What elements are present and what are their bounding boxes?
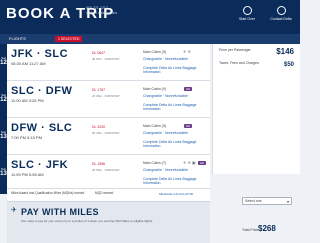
airplane-icon: ✈ [11,207,17,214]
selected-badge: 1 SELECTED [55,36,83,42]
baggage-info-link[interactable]: Complete Delta Air Lines Baggage Informa… [143,177,210,185]
hd-badge-icon: HD [184,87,193,91]
contact-delta-button[interactable]: Contact Delta [266,6,296,21]
taxes-fees-amount: $50 [283,62,294,68]
chat-icon [276,6,286,15]
flight-row[interactable]: Sat 12 JFK · SLC 08:30 AM 11:27 AM DL 06… [0,44,210,81]
cabin-class: Main Cabin (S) [143,50,167,54]
start-over-button[interactable]: Start Over [232,6,262,21]
wifi-power-icon: ✈ ≋ ▣ [183,160,196,165]
passenger-select-value: Select one [245,199,262,203]
flight-date: Sat 12 [0,93,7,103]
flight-results: Sat 12 JFK · SLC 08:30 AM 11:27 AM DL 06… [0,44,210,192]
flight-duration: 2h 26m · NONSTOP [92,94,120,98]
flight-number-link[interactable]: DL 1787 [92,88,105,92]
contact-caption: Call for reservations [86,10,118,15]
fare-rules-link[interactable]: Changeable · Nonrefundable [143,168,188,172]
route: DFW · SLC [11,122,73,134]
flight-row[interactable]: Sun 13 SLC · JFK 11:59 PM 5:55 AM DL 199… [0,155,210,192]
total-price-label: Total Price [242,228,259,232]
tab-flights[interactable]: FLIGHTS [9,36,26,41]
flight-row[interactable]: Sun 13 DFW · SLC 7:00 PM 9:15 PM DL 2030… [0,118,210,155]
cabin-class: Main Cabin (S) [143,124,167,128]
flight-duration: 3h 15m · NONSTOP [92,131,120,135]
flight-times: 11:00 AM 3:26 PM [11,98,44,103]
price-summary-panel: Price per Passenger $146 Taxes, Fees and… [212,44,300,174]
flight-number-link[interactable]: DL 2030 [92,125,105,129]
route: SLC · DFW [11,85,73,97]
contact-delta-label: Contact Delta [270,17,292,21]
baggage-info-link[interactable]: Complete Delta Air Lines Baggage Informa… [143,103,210,111]
baggage-info-link[interactable]: Complete Delta Air Lines Baggage Informa… [143,140,210,148]
hd-badge-icon: HD [184,124,193,128]
miles-earned-text: Miles Award and Qualification Miles (MQM… [11,191,85,195]
refresh-icon [242,6,252,15]
total-price: $268 [258,224,276,233]
taxes-fees-label: Taxes, Fees and Charges [219,61,259,65]
flight-number-link[interactable]: DL 0647 [92,51,105,55]
flight-times: 7:00 PM 9:15 PM [11,135,42,140]
wifi-power-icon: ✈ ≋ [183,49,191,54]
flight-row[interactable]: Sat 12 SLC · DFW 11:00 AM 3:26 PM DL 178… [0,81,210,118]
flight-times: 11:59 PM 5:55 AM [11,172,44,177]
tab-bar: FLIGHTS 1 SELECTED [0,34,300,44]
route: SLC · JFK [11,159,69,171]
cabin-class: Main Cabin (V) [143,87,167,91]
hd-badge-icon: HD [197,161,207,165]
pay-with-miles-description: Use miles to pay for your entire trip or… [21,219,154,223]
flight-number-link[interactable]: DL 1996 [92,162,105,166]
price-per-passenger-label: Price per Passenger [219,48,251,52]
flight-duration: 3h 56m · NONSTOP [92,168,120,172]
start-over-label: Start Over [239,17,255,21]
cabin-class: Main Cabin (T) [143,161,167,165]
flight-date: Sun 13 [0,167,7,177]
flight-date: Sat 12 [0,56,7,66]
contact-info: 800-221-1212 Call for reservations [86,6,117,15]
flight-duration: 4h 57m · NONSTOP [92,57,120,61]
amenities-icons: ✈ ≋ [183,49,191,54]
fare-rules-link[interactable]: Changeable · Nonrefundable [143,94,188,98]
skymiles-bar: Miles Award and Qualification Miles (MQM… [7,188,210,202]
amenities-icons: ✈ ≋ ▣ HD [183,160,207,165]
amenities-icons: HD [183,123,193,128]
mileage-calculator-link[interactable]: MILEAGE CALCULATOR [159,192,193,196]
baggage-info-link[interactable]: Complete Delta Air Lines Baggage Informa… [143,66,210,74]
pay-with-miles-banner[interactable]: ✈ PAY WITH MILES Use miles to pay for yo… [7,201,210,243]
header: BOOK A TRIP 800-221-1212 Call for reserv… [0,0,300,34]
pay-with-miles-title: PAY WITH MILES [21,207,99,217]
fare-rules-link[interactable]: Changeable · Nonrefundable [143,57,188,61]
price-per-passenger: $146 [276,47,294,56]
flight-date: Sun 13 [0,130,7,140]
chevron-down-icon: ▾ [286,199,289,204]
passenger-select[interactable]: Select one ▾ [242,197,292,205]
route: JFK · SLC [11,48,69,60]
book-a-trip-page: BOOK A TRIP 800-221-1212 Call for reserv… [0,0,300,243]
flight-times: 08:30 AM 11:27 AM [11,61,46,66]
amenities-icons: HD [183,86,193,91]
fare-rules-link[interactable]: Changeable · Nonrefundable [143,131,188,135]
mqd-earned-text: MQD earned [95,191,114,195]
